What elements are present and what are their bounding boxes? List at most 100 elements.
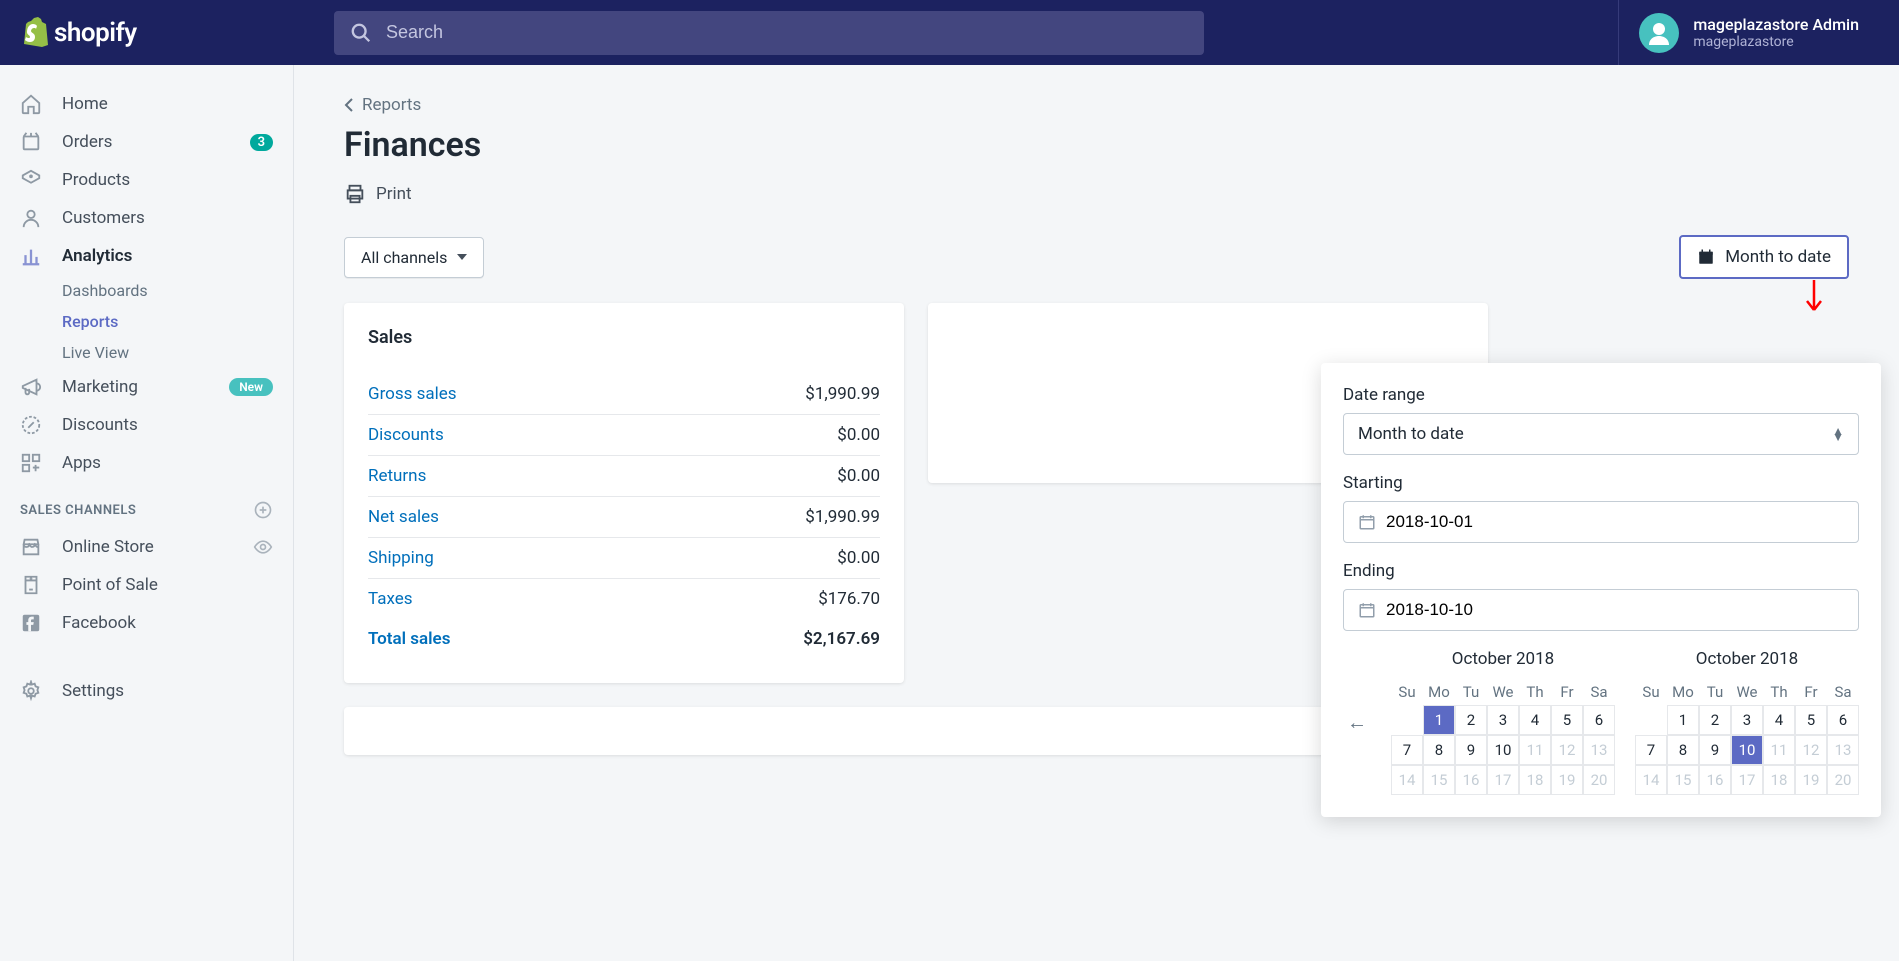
calendar-dow: Su [1635, 679, 1667, 705]
new-badge: New [229, 378, 273, 396]
print-button[interactable]: Print [344, 183, 1849, 205]
sidebar-channel-pos[interactable]: Point of Sale [0, 566, 293, 604]
calendar-day[interactable]: 9 [1455, 735, 1487, 765]
sidebar-item-orders[interactable]: Orders 3 [0, 123, 293, 161]
search-input[interactable] [386, 22, 1188, 43]
calendar-day[interactable]: 10 [1731, 735, 1763, 765]
calendar-dow: Mo [1423, 679, 1455, 705]
user-store: mageplazastore [1693, 34, 1859, 50]
apps-icon [20, 452, 42, 474]
calendar-day: 19 [1795, 765, 1827, 795]
sales-row-link[interactable]: Returns [368, 466, 426, 486]
calendar-day: 14 [1635, 765, 1667, 795]
subnav-liveview[interactable]: Live View [62, 337, 293, 368]
logo-area: shopify [0, 0, 294, 65]
calendar-day[interactable]: 1 [1423, 705, 1455, 735]
sidebar-item-discounts[interactable]: Discounts [0, 406, 293, 444]
calendar-1: October 2018 SuMoTuWeThFrSa1234567891011… [1391, 649, 1615, 795]
sidebar-item-products[interactable]: Products [0, 161, 293, 199]
avatar [1639, 13, 1679, 53]
calendar-dow: Sa [1583, 679, 1615, 705]
sidebar-item-analytics[interactable]: Analytics [0, 237, 293, 275]
sidebar-channel-online-store[interactable]: Online Store [0, 528, 293, 566]
sidebar-item-label: Online Store [62, 537, 154, 557]
ending-label: Ending [1343, 561, 1859, 581]
subnav-reports[interactable]: Reports [62, 306, 293, 337]
channels-dropdown[interactable]: All channels [344, 237, 484, 278]
sales-row: Shipping$0.00 [368, 538, 880, 579]
calendar-day: 13 [1827, 735, 1859, 765]
date-range-preset-select[interactable]: Month to date ▲▼ [1343, 413, 1859, 455]
calendar-day: 18 [1519, 765, 1551, 795]
calendar-day[interactable]: 5 [1551, 705, 1583, 735]
sidebar-item-label: Facebook [62, 613, 136, 633]
calendar-day[interactable]: 8 [1423, 735, 1455, 765]
pos-icon [20, 574, 42, 596]
search-box[interactable] [334, 11, 1204, 55]
topbar: shopify mageplazastore Admin mageplazast… [0, 0, 1899, 65]
sidebar-item-home[interactable]: Home [0, 85, 293, 123]
subnav-dashboards[interactable]: Dashboards [62, 275, 293, 306]
sidebar-channel-facebook[interactable]: Facebook [0, 604, 293, 642]
calendar-day[interactable]: 10 [1487, 735, 1519, 765]
calendar-day[interactable]: 6 [1583, 705, 1615, 735]
sales-title: Sales [368, 327, 880, 348]
calendar-2: October 2018 SuMoTuWeThFrSa1234567891011… [1635, 649, 1859, 795]
calendar-1-title: October 2018 [1391, 649, 1615, 669]
calendar-day[interactable]: 4 [1763, 705, 1795, 735]
calendar-day[interactable]: 8 [1667, 735, 1699, 765]
sales-row-link[interactable]: Taxes [368, 589, 413, 609]
sales-row-link[interactable]: Gross sales [368, 384, 457, 404]
ending-input[interactable] [1386, 600, 1844, 620]
date-range-button[interactable]: Month to date [1679, 235, 1849, 279]
calendar-dow: Fr [1551, 679, 1583, 705]
calendar-day[interactable]: 2 [1699, 705, 1731, 735]
calendar-day[interactable]: 7 [1391, 735, 1423, 765]
calendar-day[interactable]: 7 [1635, 735, 1667, 765]
user-area[interactable]: mageplazastore Admin mageplazastore [1618, 0, 1899, 65]
calendar-dow: Su [1391, 679, 1423, 705]
sales-row: Net sales$1,990.99 [368, 497, 880, 538]
eye-icon[interactable] [253, 537, 273, 557]
calendar-day: 16 [1699, 765, 1731, 795]
settings-icon [20, 680, 42, 702]
starting-field[interactable] [1343, 501, 1859, 543]
sidebar-item-marketing[interactable]: Marketing New [0, 368, 293, 406]
sidebar-item-customers[interactable]: Customers [0, 199, 293, 237]
search-area [294, 11, 1618, 55]
ending-field[interactable] [1343, 589, 1859, 631]
calendar-day[interactable]: 1 [1667, 705, 1699, 735]
sidebar-item-label: Apps [62, 453, 101, 473]
products-icon [20, 169, 42, 191]
sidebar-item-label: Products [62, 170, 130, 190]
sales-row-link[interactable]: Shipping [368, 548, 434, 568]
calendar-day[interactable]: 3 [1487, 705, 1519, 735]
channels-heading: SALES CHANNELS [0, 482, 293, 528]
calendar-day[interactable]: 2 [1455, 705, 1487, 735]
sidebar-item-settings[interactable]: Settings [0, 672, 293, 710]
logo[interactable]: shopify [20, 17, 137, 49]
avatar-icon [1643, 17, 1675, 49]
calendar-dow: Mo [1667, 679, 1699, 705]
facebook-icon [20, 612, 42, 634]
prev-month-button[interactable]: ← [1343, 706, 1371, 739]
calendar-dow: Th [1519, 679, 1551, 705]
calendar-dow: Tu [1455, 679, 1487, 705]
sales-row: Taxes$176.70 [368, 579, 880, 619]
breadcrumb[interactable]: Reports [344, 95, 1849, 115]
sidebar-item-apps[interactable]: Apps [0, 444, 293, 482]
calendar-day: 12 [1795, 735, 1827, 765]
sales-row-link[interactable]: Discounts [368, 425, 444, 445]
calendar-day[interactable]: 4 [1519, 705, 1551, 735]
orders-icon [20, 131, 42, 153]
sales-row-link[interactable]: Net sales [368, 507, 439, 527]
starting-input[interactable] [1386, 512, 1844, 532]
add-channel-icon[interactable] [253, 500, 273, 520]
analytics-icon [20, 245, 42, 267]
total-sales-value: $2,167.69 [803, 629, 880, 649]
calendar-day[interactable]: 5 [1795, 705, 1827, 735]
calendar-day[interactable]: 6 [1827, 705, 1859, 735]
total-sales-link[interactable]: Total sales [368, 629, 450, 649]
calendar-day[interactable]: 9 [1699, 735, 1731, 765]
calendar-day[interactable]: 3 [1731, 705, 1763, 735]
